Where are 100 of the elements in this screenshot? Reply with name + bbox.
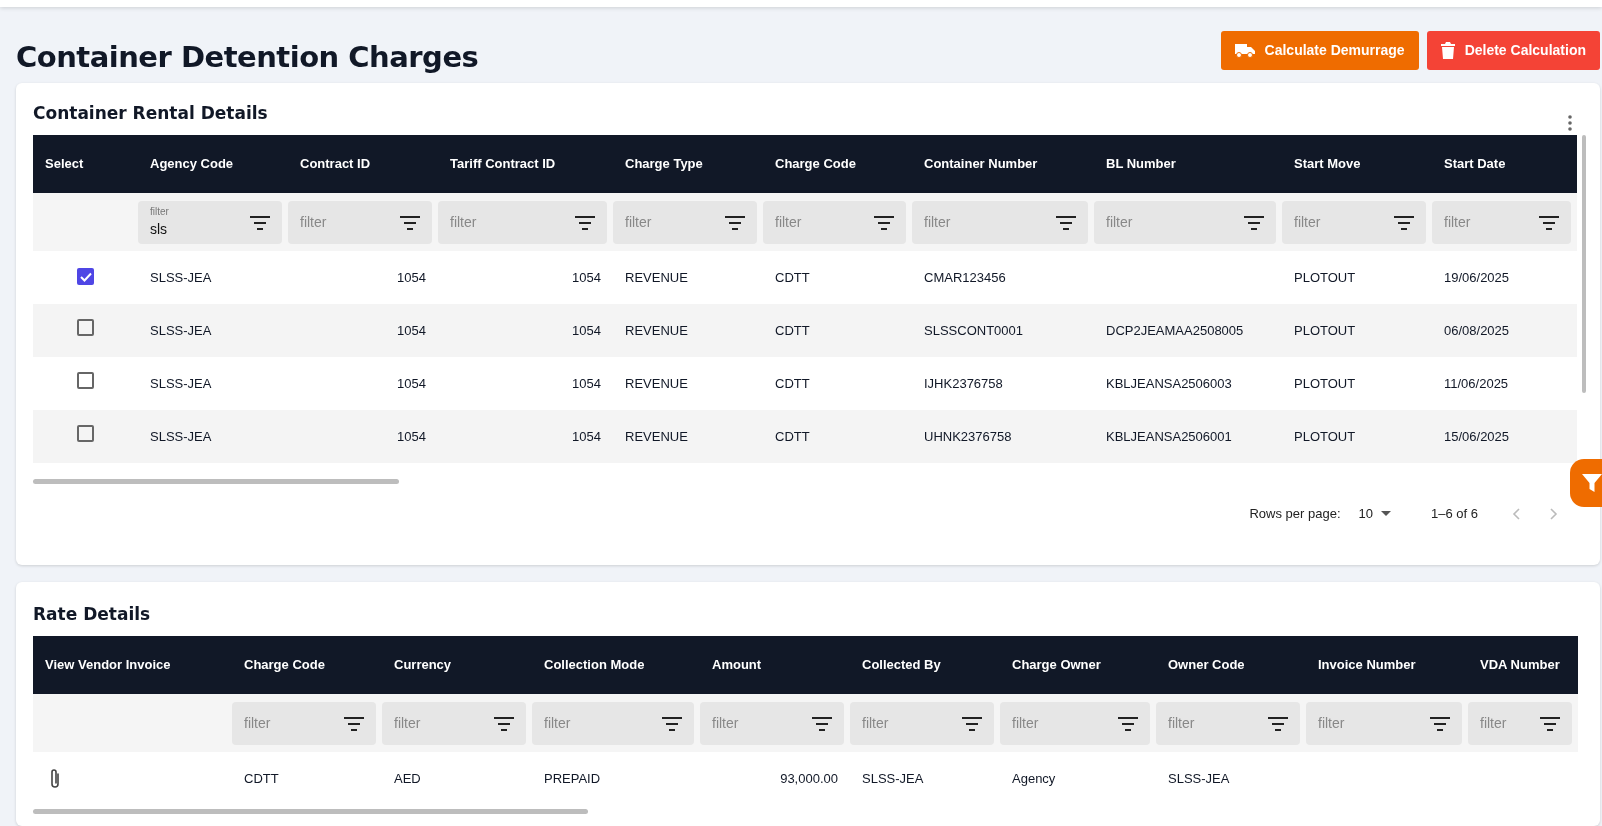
filter-icon[interactable] (344, 716, 364, 731)
table-cell: 1054 (572, 269, 601, 285)
filter-field[interactable]: filter (912, 200, 1088, 244)
filter-field[interactable]: filter (1000, 701, 1150, 745)
filter-field[interactable]: filter (850, 701, 994, 745)
filter-icon[interactable] (1539, 215, 1559, 230)
filter-field[interactable]: filter (438, 200, 607, 244)
more-options-icon[interactable] (1568, 114, 1572, 131)
filter-icon[interactable] (812, 716, 832, 731)
filter-field[interactable]: filter (1306, 701, 1462, 745)
table-cell: 1054 (397, 322, 426, 338)
table-cell: Agency (1012, 770, 1056, 786)
filter-field[interactable]: filter (1094, 200, 1276, 244)
column-header[interactable]: Charge Code (763, 135, 912, 194)
table-cell: 93,000.00 (780, 770, 838, 786)
table-cell: PLOTOUT (1294, 375, 1356, 391)
scrollbar-thumb[interactable] (33, 809, 588, 815)
column-header[interactable]: Select (33, 135, 138, 194)
filter-icon[interactable] (725, 215, 745, 230)
filter-icon[interactable] (1056, 215, 1076, 230)
column-header[interactable]: Charge Owner (1000, 636, 1156, 695)
column-header[interactable]: VDA Number (1468, 636, 1578, 695)
row-checkbox[interactable] (77, 425, 94, 443)
column-header[interactable]: Contract ID (288, 135, 438, 194)
filter-field[interactable]: filter (613, 200, 757, 244)
table-cell: 06/08/2025 (1444, 322, 1510, 338)
filter-icon[interactable] (962, 716, 982, 731)
filter-icon[interactable] (250, 215, 270, 230)
column-header[interactable]: Collected By (850, 636, 1000, 695)
column-header[interactable]: Agency Code (138, 135, 288, 194)
section-title: Rate Details (33, 603, 152, 625)
filter-icon[interactable] (575, 215, 595, 230)
table-cell: PLOTOUT (1294, 428, 1356, 444)
filter-field[interactable]: filter (382, 701, 526, 745)
table-cell: KBLJEANSA2506003 (1106, 375, 1232, 391)
table-cell: AED (394, 770, 421, 786)
scrollbar-thumb[interactable] (1582, 135, 1586, 394)
table-cell: 1054 (397, 375, 426, 391)
row-checkbox[interactable] (77, 319, 94, 337)
filter-icon[interactable] (1118, 716, 1138, 731)
filter-field[interactable]: filter (1156, 701, 1300, 745)
table-cell: IJHK2376758 (924, 375, 1003, 391)
filter-field[interactable]: filter (1432, 200, 1571, 244)
table-cell: CDTT (775, 375, 810, 391)
row-checkbox[interactable] (77, 372, 94, 390)
filter-field[interactable]: filter (288, 200, 432, 244)
column-header[interactable]: Start Date (1432, 135, 1577, 194)
column-header[interactable]: Tariff Contract ID (438, 135, 613, 194)
filter-icon[interactable] (1540, 716, 1560, 731)
trash-icon (1440, 42, 1455, 59)
scrollbar-thumb[interactable] (33, 479, 399, 485)
filter-field[interactable]: filter (700, 701, 844, 745)
filter-field[interactable]: filter (532, 701, 694, 745)
column-header[interactable]: Container Number (912, 135, 1094, 194)
filter-field[interactable]: filter (1468, 701, 1572, 745)
column-header[interactable]: Invoice Number (1306, 636, 1468, 695)
table-cell: PLOTOUT (1294, 269, 1356, 285)
filter-field[interactable]: filter (1282, 200, 1426, 244)
filter-icon[interactable] (1430, 716, 1450, 731)
filter-icon[interactable] (662, 716, 682, 731)
table-cell: SLSSCONT0001 (924, 322, 1023, 338)
table-cell: CMAR123456 (924, 269, 1006, 285)
column-header[interactable]: Charge Code (232, 636, 382, 695)
table-cell: UHNK2376758 (924, 428, 1012, 444)
table-cell: SLSS-JEA (150, 269, 212, 285)
table-cell: SLSS-JEA (150, 428, 212, 444)
rows-per-page-select[interactable]: 10 (1358, 504, 1391, 524)
column-header[interactable]: BL Number (1094, 135, 1282, 194)
paperclip-icon[interactable] (49, 767, 61, 790)
table-cell: 15/06/2025 (1444, 428, 1510, 444)
row-checkbox[interactable] (77, 268, 94, 286)
table-cell: REVENUE (625, 322, 688, 338)
table-cell: CDTT (244, 770, 279, 786)
column-header[interactable]: Start Move (1282, 135, 1432, 194)
rows-per-page-label: Rows per page: (1249, 505, 1341, 524)
column-header[interactable]: Charge Type (613, 135, 763, 194)
table-cell: CDTT (775, 428, 810, 444)
filter-icon[interactable] (400, 215, 420, 230)
table-cell: 1054 (397, 428, 426, 444)
delete-button[interactable]: Delete Calculation (1426, 31, 1600, 70)
filter-field[interactable]: filter (763, 200, 906, 244)
filter-icon[interactable] (494, 716, 514, 731)
caret-icon (1381, 511, 1391, 517)
column-header[interactable]: Collection Mode (532, 636, 700, 695)
column-header[interactable]: Amount (700, 636, 850, 695)
truck-icon (1234, 43, 1255, 58)
filter-icon[interactable] (1394, 215, 1414, 230)
column-header[interactable]: Currency (382, 636, 532, 695)
filter-icon[interactable] (874, 215, 894, 230)
funnel-icon (1582, 474, 1602, 492)
filter-field[interactable]: filter (232, 701, 376, 745)
column-header[interactable]: View Vendor Invoice (33, 636, 232, 695)
page-title: Container Detention Charges (16, 39, 479, 75)
filter-icon[interactable] (1268, 716, 1288, 731)
column-header[interactable]: Owner Code (1156, 636, 1306, 695)
page-range: 1–6 of 6 (1431, 505, 1478, 524)
filter-icon[interactable] (1244, 215, 1264, 230)
table-cell: SLSS-JEA (150, 375, 212, 391)
table-cell: 19/06/2025 (1444, 269, 1510, 285)
table-cell: SLSS-JEA (1168, 770, 1230, 786)
